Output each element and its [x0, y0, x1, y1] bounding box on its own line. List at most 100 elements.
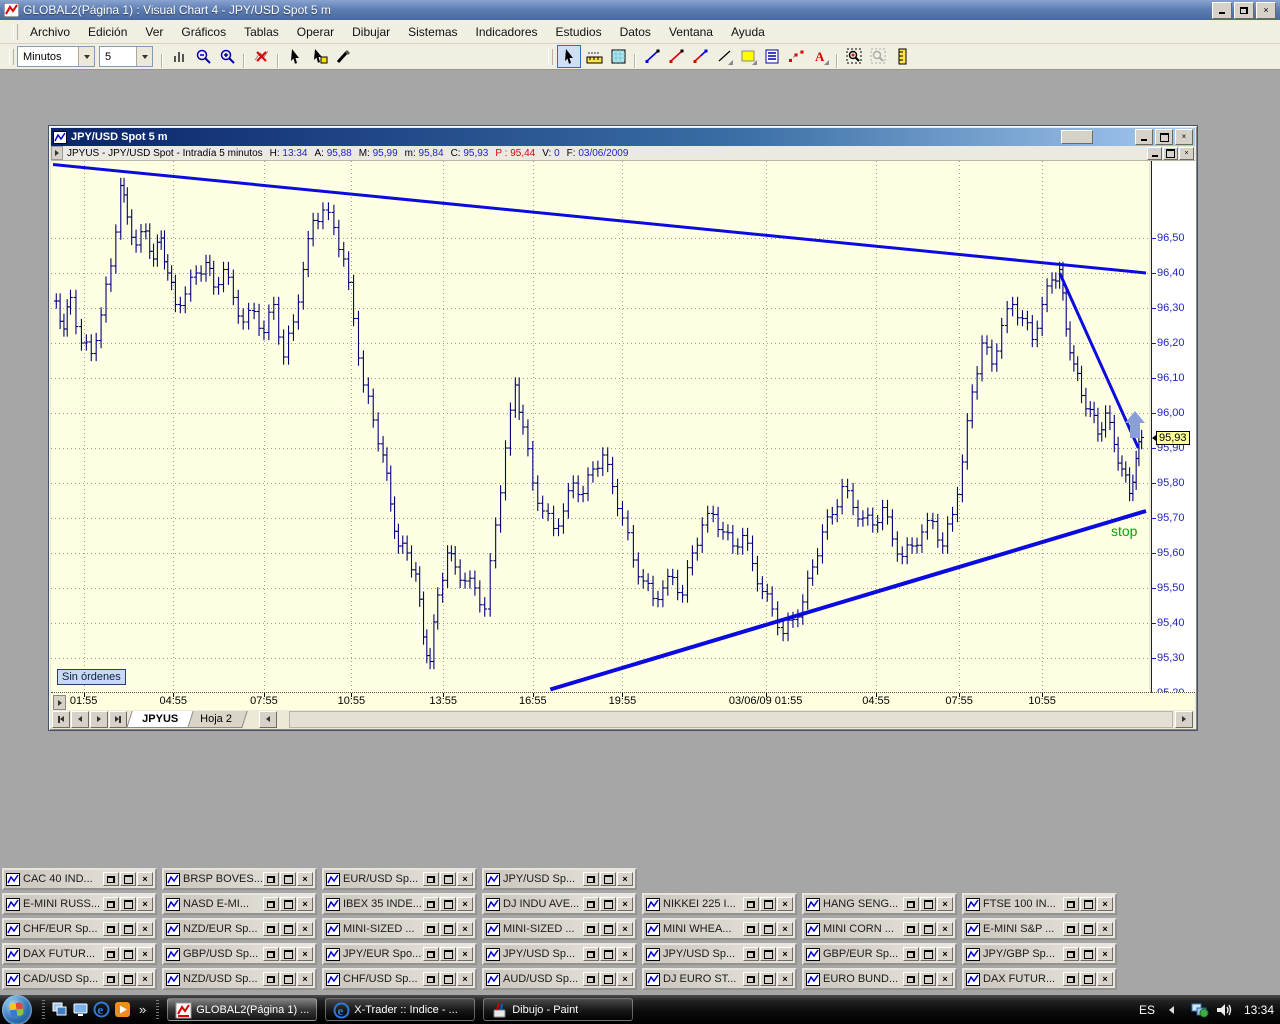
- delete-study-icon[interactable]: [250, 46, 272, 67]
- compression-combo[interactable]: 5: [99, 46, 153, 67]
- maximize-button[interactable]: [280, 947, 296, 961]
- maximize-button[interactable]: [120, 972, 136, 986]
- minimized-window[interactable]: MINI-SIZED ... ×: [482, 918, 637, 940]
- restore-button[interactable]: [423, 872, 439, 886]
- restore-button[interactable]: [103, 897, 119, 911]
- quick-launch-overflow-chevron[interactable]: »: [139, 1002, 146, 1017]
- menu-item-tablas[interactable]: Tablas: [235, 22, 288, 42]
- maximize-button[interactable]: [600, 897, 616, 911]
- close-button[interactable]: ×: [137, 947, 153, 961]
- menu-item-indicadores[interactable]: Indicadores: [467, 22, 547, 42]
- restore-button[interactable]: [903, 897, 919, 911]
- restore-button[interactable]: [743, 972, 759, 986]
- restore-button[interactable]: [583, 897, 599, 911]
- cursor-icon[interactable]: [284, 46, 306, 67]
- points-icon[interactable]: [785, 46, 807, 67]
- minimized-window[interactable]: DJ INDU AVE... ×: [482, 893, 637, 915]
- zoom-in-icon[interactable]: [216, 46, 238, 67]
- restore-button[interactable]: [263, 922, 279, 936]
- maximize-button[interactable]: [440, 897, 456, 911]
- minimized-window[interactable]: E-MINI RUSS... ×: [2, 893, 157, 915]
- close-button[interactable]: ×: [617, 972, 633, 986]
- restore-button[interactable]: [1234, 1, 1254, 19]
- restore-button[interactable]: [743, 922, 759, 936]
- close-button[interactable]: ×: [937, 922, 953, 936]
- next-sheet-button[interactable]: [90, 710, 108, 728]
- internet-explorer-icon[interactable]: e: [93, 1001, 110, 1018]
- tray-expand-icon[interactable]: [1168, 1005, 1174, 1014]
- menu-item-dibujar[interactable]: Dibujar: [343, 22, 399, 42]
- maximize-button[interactable]: [120, 872, 136, 886]
- taskbar-clock[interactable]: 13:34: [1244, 1003, 1274, 1017]
- minimize-button[interactable]: [1212, 1, 1232, 19]
- close-button[interactable]: ×: [297, 872, 313, 886]
- menu-item-ventana[interactable]: Ventana: [660, 22, 722, 42]
- minimized-window[interactable]: EUR/USD Sp... ×: [322, 868, 477, 890]
- maximize-button[interactable]: [280, 922, 296, 936]
- chart-type-icon[interactable]: [168, 46, 190, 67]
- close-button[interactable]: ×: [777, 947, 793, 961]
- minimized-window[interactable]: JPY/USD Sp... ×: [642, 943, 797, 965]
- zoom-area-icon[interactable]: [843, 46, 865, 67]
- select-arrow-icon[interactable]: [557, 45, 581, 68]
- minimized-window[interactable]: DAX FUTUR... ×: [2, 943, 157, 965]
- minimized-window[interactable]: CHF/USD Sp... ×: [322, 968, 477, 990]
- trendline-black-icon[interactable]: [713, 46, 735, 67]
- maximize-button[interactable]: [600, 947, 616, 961]
- sheet-tab-hoja-2[interactable]: Hoja 2: [184, 710, 248, 728]
- minimized-window[interactable]: IBEX 35 INDE... ×: [322, 893, 477, 915]
- network-icon[interactable]: [1191, 1002, 1209, 1018]
- minimized-window[interactable]: NZD/EUR Sp... ×: [162, 918, 317, 940]
- chart-maximize-button[interactable]: [1155, 129, 1173, 145]
- close-button[interactable]: ×: [457, 947, 473, 961]
- pane-minimize-button[interactable]: [1147, 146, 1162, 160]
- minimized-window[interactable]: BRSP BOVES... ×: [162, 868, 317, 890]
- minimized-window[interactable]: MINI WHEA... ×: [642, 918, 797, 940]
- menu-item-operar[interactable]: Operar: [288, 22, 343, 42]
- chart-close-button[interactable]: ×: [1175, 129, 1193, 145]
- restore-button[interactable]: [1063, 897, 1079, 911]
- maximize-button[interactable]: [440, 972, 456, 986]
- media-player-icon[interactable]: [114, 1001, 131, 1018]
- close-button[interactable]: ×: [297, 922, 313, 936]
- menu-item-datos[interactable]: Datos: [611, 22, 660, 42]
- maximize-button[interactable]: [920, 972, 936, 986]
- menu-item-ver[interactable]: Ver: [136, 22, 172, 42]
- minimized-window[interactable]: JPY/GBP Sp... ×: [962, 943, 1117, 965]
- restore-button[interactable]: [263, 897, 279, 911]
- restore-button[interactable]: [583, 947, 599, 961]
- restore-button[interactable]: [103, 922, 119, 936]
- maximize-button[interactable]: [920, 897, 936, 911]
- sheet-tab-jpyus[interactable]: JPYUS: [126, 710, 194, 728]
- restore-button[interactable]: [583, 922, 599, 936]
- close-button[interactable]: ×: [137, 972, 153, 986]
- menu-item-estudios[interactable]: Estudios: [547, 22, 611, 42]
- close-button[interactable]: ×: [297, 972, 313, 986]
- minimized-window[interactable]: EURO BUND... ×: [802, 968, 957, 990]
- trendline-blue-icon[interactable]: [641, 46, 663, 67]
- pointer-note-icon[interactable]: [308, 46, 330, 67]
- minimized-window[interactable]: MINI CORN ... ×: [802, 918, 957, 940]
- maximize-button[interactable]: [920, 947, 936, 961]
- restore-button[interactable]: [103, 872, 119, 886]
- minimized-window[interactable]: DAX FUTUR... ×: [962, 968, 1117, 990]
- close-button[interactable]: ×: [137, 922, 153, 936]
- maximize-button[interactable]: [760, 897, 776, 911]
- volume-icon[interactable]: [1215, 1002, 1233, 1018]
- filled-rect-icon[interactable]: [607, 46, 629, 67]
- close-button[interactable]: ×: [617, 897, 633, 911]
- maximize-button[interactable]: [120, 947, 136, 961]
- minimized-window[interactable]: NIKKEI 225 I... ×: [642, 893, 797, 915]
- text-icon[interactable]: A: [809, 46, 831, 67]
- measure-icon[interactable]: [891, 46, 913, 67]
- maximize-button[interactable]: [440, 872, 456, 886]
- minimized-window[interactable]: HANG SENG... ×: [802, 893, 957, 915]
- restore-button[interactable]: [423, 922, 439, 936]
- minimized-window[interactable]: E-MINI S&P ... ×: [962, 918, 1117, 940]
- axis-scroll-button[interactable]: [53, 695, 66, 710]
- close-button[interactable]: ×: [1097, 897, 1113, 911]
- restore-button[interactable]: [423, 897, 439, 911]
- restore-button[interactable]: [903, 972, 919, 986]
- period-combo[interactable]: Minutos: [17, 46, 95, 67]
- order-bar-button[interactable]: [1061, 130, 1093, 144]
